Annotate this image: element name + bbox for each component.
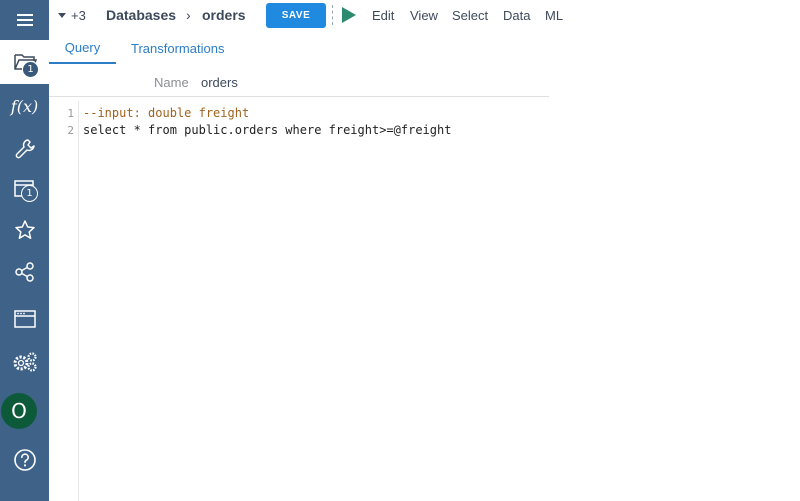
menu-select[interactable]: Select (452, 0, 488, 30)
windows-count-badge: 1 (21, 185, 38, 202)
sidebar-item-tools[interactable] (0, 127, 49, 171)
play-icon (341, 7, 357, 28)
query-editor[interactable]: 1 2 --input: double freight select * fro… (49, 101, 800, 501)
run-button[interactable] (341, 6, 357, 29)
menu-edit[interactable]: Edit (372, 0, 394, 30)
share-nodes-icon (14, 261, 36, 283)
menu-ml[interactable]: ML (545, 0, 563, 30)
menu-data[interactable]: Data (503, 0, 530, 30)
breadcrumb-more[interactable]: +3 (57, 0, 86, 30)
line-number: 2 (67, 124, 74, 137)
wrench-icon (14, 138, 36, 160)
line-number: 1 (67, 107, 74, 120)
star-icon (14, 219, 36, 241)
files-count-badge: 1 (22, 61, 39, 78)
help-icon (13, 448, 37, 472)
sidebar-item-favorites[interactable] (0, 208, 49, 252)
menu-view[interactable]: View (410, 0, 438, 30)
breadcrumb-databases[interactable]: Databases (106, 0, 176, 30)
code-line[interactable]: select * from public.orders where freigh… (83, 123, 451, 137)
browser-window-icon (13, 309, 36, 329)
function-icon: f(x) (10, 96, 39, 116)
avatar[interactable]: O (1, 393, 37, 429)
name-field-row: Name orders (49, 64, 549, 97)
top-toolbar: +3 Databases › orders SAVE Edit View Sel… (49, 0, 800, 32)
tab-query[interactable]: Query (49, 32, 116, 64)
breadcrumb-more-count: +3 (71, 7, 86, 23)
breadcrumb-separator: › (186, 7, 191, 23)
sidebar: 1 f(x) 1 O (0, 0, 49, 501)
hamburger-menu-icon (16, 12, 34, 28)
save-button[interactable]: SAVE (266, 3, 326, 28)
sidebar-item-settings[interactable] (0, 340, 49, 384)
code-line[interactable]: --input: double freight (83, 106, 249, 120)
sidebar-item-windows[interactable]: 1 (0, 167, 49, 211)
name-label: Name (154, 75, 189, 90)
tab-transformations[interactable]: Transformations (131, 32, 224, 64)
sidebar-item-files[interactable]: 1 (0, 40, 49, 84)
gears-icon (11, 350, 39, 374)
sidebar-item-share[interactable] (0, 250, 49, 294)
line-number-gutter: 1 2 (49, 101, 79, 501)
sidebar-item-help[interactable] (0, 438, 49, 482)
breadcrumb-current: orders (202, 7, 246, 23)
toolbar-divider (332, 5, 333, 25)
name-field[interactable]: orders (201, 75, 238, 90)
sidebar-item-functions[interactable]: f(x) (0, 84, 49, 128)
view-tabs: Query Transformations (49, 32, 549, 64)
caret-down-icon (57, 8, 67, 23)
sidebar-item-menu[interactable] (0, 0, 49, 40)
sidebar-item-browse[interactable] (0, 297, 49, 341)
